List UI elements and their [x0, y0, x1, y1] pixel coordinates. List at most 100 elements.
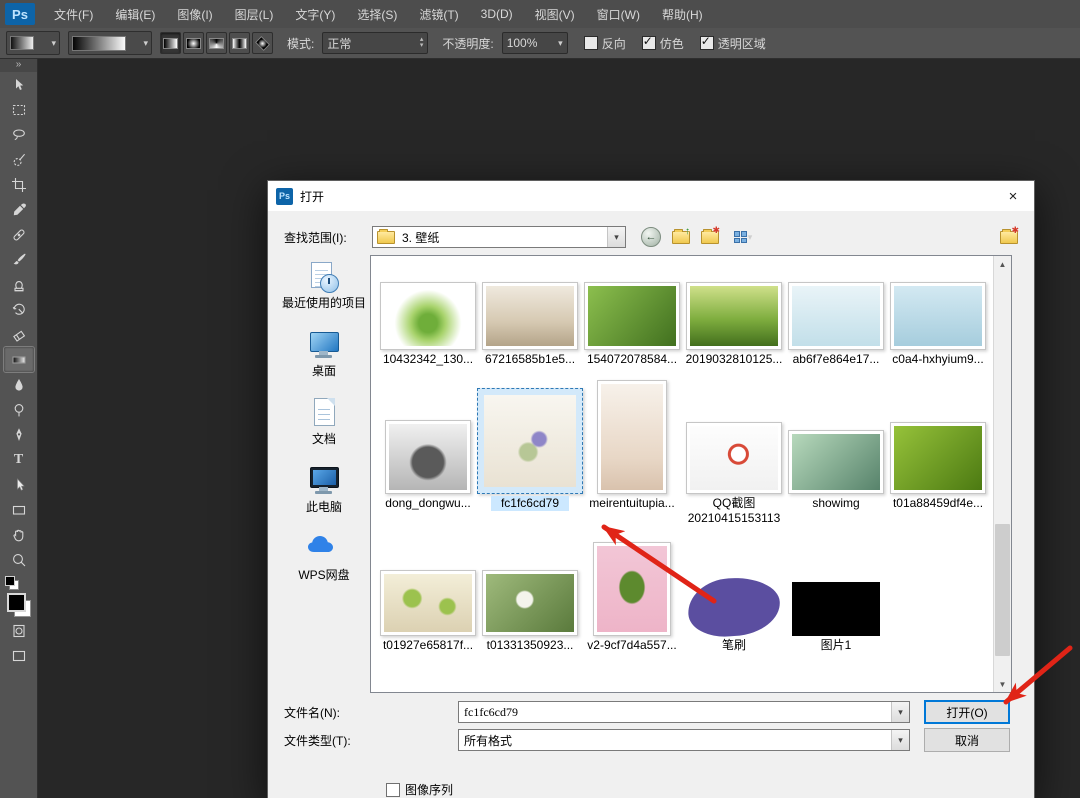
spot-healing-brush-tool[interactable]: [4, 222, 34, 247]
look-in-select[interactable]: 3. 壁纸 ▾: [372, 226, 626, 248]
file-item[interactable]: ab6f7e864e17...: [785, 270, 887, 374]
back-button[interactable]: ←: [639, 226, 663, 248]
menu-help[interactable]: 帮助(H): [651, 0, 714, 28]
place-this-pc[interactable]: 此电脑: [278, 465, 370, 514]
menu-window[interactable]: 窗口(W): [586, 0, 651, 28]
angle-gradient-button[interactable]: [206, 32, 227, 54]
screen-mode-button[interactable]: [4, 643, 34, 668]
quick-mask-button[interactable]: [4, 618, 34, 643]
chevron-down-icon[interactable]: ▾: [891, 730, 909, 750]
scrollbar-thumb[interactable]: [995, 524, 1010, 656]
menu-type[interactable]: 文字(Y): [284, 0, 346, 28]
hand-tool[interactable]: [4, 522, 34, 547]
menu-view[interactable]: 视图(V): [524, 0, 586, 28]
move-tool[interactable]: [4, 72, 34, 97]
file-list[interactable]: 10432342_130... 67216585b1e5... 15407207…: [370, 255, 1012, 693]
image-sequence-row[interactable]: 图像序列: [386, 781, 453, 798]
chevron-down-icon[interactable]: ▾: [891, 702, 909, 722]
image-sequence-checkbox[interactable]: [386, 783, 400, 797]
menu-3d[interactable]: 3D(D): [470, 0, 524, 28]
history-brush-tool[interactable]: [4, 297, 34, 322]
file-item[interactable]: QQ截图 20210415153113: [683, 380, 785, 520]
file-item[interactable]: v2-9cf7d4a557...: [581, 556, 683, 660]
file-item[interactable]: 笔刷: [683, 556, 785, 660]
file-type-select[interactable]: 所有格式 ▾: [458, 729, 910, 751]
menu-select[interactable]: 选择(S): [346, 0, 408, 28]
dither-checkbox-row[interactable]: 仿色: [642, 35, 684, 52]
create-new-folder-button[interactable]: ✱: [996, 226, 1020, 248]
opacity-select[interactable]: 100% ▾: [502, 32, 568, 54]
transparency-checkbox[interactable]: [700, 36, 714, 50]
reflected-gradient-button[interactable]: [229, 32, 250, 54]
quick-selection-tool[interactable]: [4, 147, 34, 172]
default-colors-icon[interactable]: [5, 576, 19, 590]
linear-gradient-button[interactable]: [160, 32, 181, 54]
file-item-selected[interactable]: fc1fc6cd79: [479, 380, 581, 520]
place-recent[interactable]: 最近使用的项目: [278, 261, 370, 310]
file-item[interactable]: t01927e65817f...: [377, 556, 479, 660]
file-item[interactable]: t01331350923...: [479, 556, 581, 660]
zoom-tool[interactable]: [4, 547, 34, 572]
diamond-gradient-button[interactable]: [252, 32, 273, 54]
gradient-picker[interactable]: ▾: [68, 31, 152, 55]
eyedropper-tool[interactable]: [4, 197, 34, 222]
view-menu-button[interactable]: ▾: [726, 226, 760, 248]
radial-gradient-button[interactable]: [183, 32, 204, 54]
lasso-tool[interactable]: [4, 122, 34, 147]
menu-layer[interactable]: 图层(L): [224, 0, 285, 28]
file-item[interactable]: dong_dongwu...: [377, 380, 479, 520]
file-item[interactable]: 67216585b1e5...: [479, 270, 581, 374]
rectangle-shape-tool[interactable]: [4, 497, 34, 522]
brush-tool[interactable]: [4, 247, 34, 272]
pen-tool[interactable]: [4, 422, 34, 447]
rectangular-marquee-tool[interactable]: [4, 97, 34, 122]
file-item[interactable]: 图片1: [785, 556, 887, 660]
foreground-background-color-swatch[interactable]: [6, 592, 32, 618]
file-item[interactable]: 10432342_130...: [377, 270, 479, 374]
dither-checkbox[interactable]: [642, 36, 656, 50]
chevron-down-icon[interactable]: ▾: [607, 227, 625, 247]
up-one-level-button[interactable]: ↑: [668, 226, 692, 248]
file-item[interactable]: meirentuitupia...: [581, 380, 683, 520]
cancel-button[interactable]: 取消: [924, 728, 1010, 752]
crop-tool[interactable]: [4, 172, 34, 197]
close-icon[interactable]: ×: [992, 181, 1034, 211]
clone-stamp-tool[interactable]: [4, 272, 34, 297]
menu-file[interactable]: 文件(F): [43, 0, 104, 28]
place-wps-cloud[interactable]: WPS网盘: [278, 533, 370, 582]
transparency-checkbox-row[interactable]: 透明区域: [700, 35, 766, 52]
tool-preset-picker[interactable]: ▾: [6, 31, 60, 55]
gradient-tool[interactable]: [4, 347, 34, 372]
path-selection-tool[interactable]: [4, 472, 34, 497]
menu-edit[interactable]: 编辑(E): [104, 0, 166, 28]
file-item[interactable]: c0a4-hxhyium9...: [887, 270, 989, 374]
file-item[interactable]: 2019032810125...: [683, 270, 785, 374]
photoshop-logo: Ps: [5, 3, 35, 25]
type-tool[interactable]: T: [4, 447, 34, 472]
new-folder-button[interactable]: ✱: [697, 226, 721, 248]
foreground-color-swatch[interactable]: [7, 593, 26, 612]
scroll-down-icon[interactable]: ▼: [994, 676, 1011, 692]
file-item[interactable]: 154072078584...: [581, 270, 683, 374]
type-tool-glyph: T: [14, 452, 23, 468]
menu-image[interactable]: 图像(I): [166, 0, 223, 28]
file-item[interactable]: showimg: [785, 380, 887, 520]
file-name-value[interactable]: fc1fc6cd79: [459, 705, 891, 720]
eraser-tool[interactable]: [4, 322, 34, 347]
file-name: t01a88459df4e...: [887, 496, 989, 511]
reverse-checkbox-row[interactable]: 反向: [584, 35, 626, 52]
place-documents[interactable]: 文档: [278, 397, 370, 446]
file-item[interactable]: t01a88459df4e...: [887, 380, 989, 520]
menu-filter[interactable]: 滤镜(T): [408, 0, 469, 28]
dialog-title-bar[interactable]: Ps 打开 ×: [268, 181, 1034, 211]
dodge-tool[interactable]: [4, 397, 34, 422]
reverse-checkbox[interactable]: [584, 36, 598, 50]
file-list-scrollbar[interactable]: ▲ ▼: [993, 256, 1011, 692]
place-desktop[interactable]: 桌面: [278, 329, 370, 378]
scroll-up-icon[interactable]: ▲: [994, 256, 1011, 272]
blend-mode-select[interactable]: 正常 ▴▾: [322, 32, 428, 54]
collapse-panel-icon[interactable]: »: [0, 58, 37, 72]
blur-tool[interactable]: [4, 372, 34, 397]
file-name-combo[interactable]: fc1fc6cd79 ▾: [458, 701, 910, 723]
open-button[interactable]: 打开(O): [924, 700, 1010, 724]
